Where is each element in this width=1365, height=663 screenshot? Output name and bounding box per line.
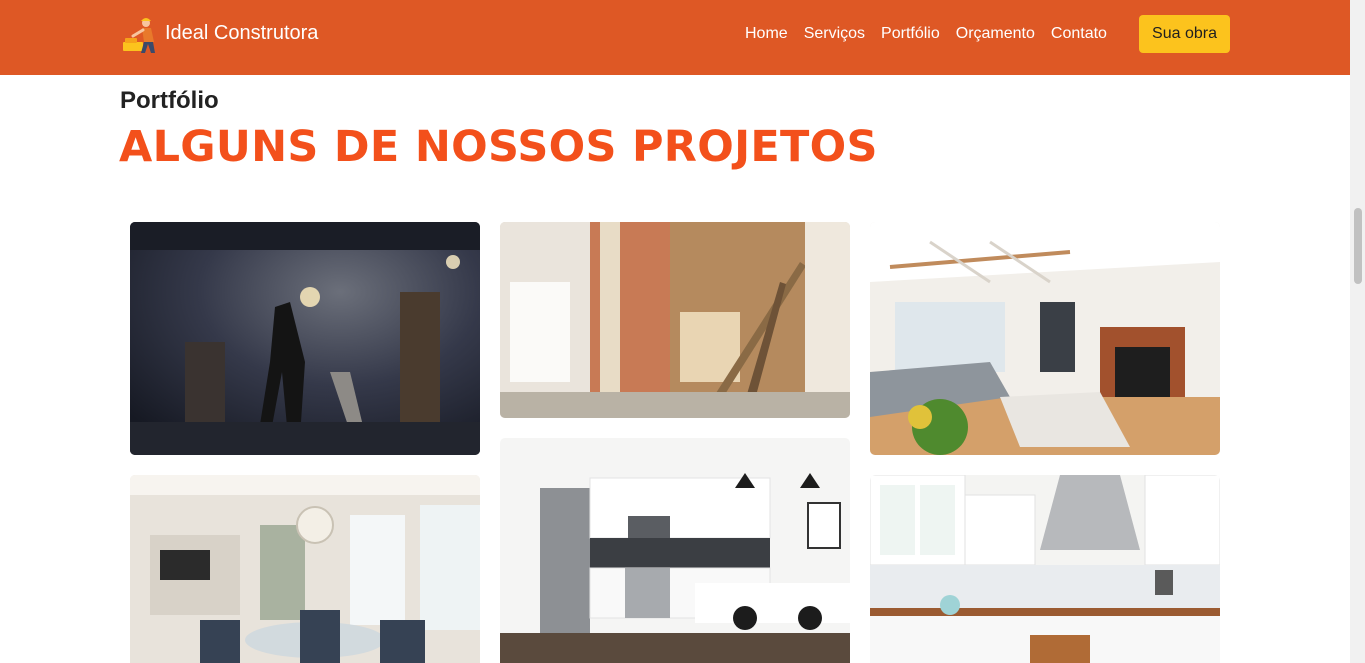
photo-living-room-fireplace[interactable]: [870, 222, 1220, 455]
navbar: Ideal Construtora Home Serviços Portfóli…: [0, 0, 1350, 75]
photo-kitchen-island[interactable]: [870, 475, 1220, 663]
brand-name: Ideal Construtora: [165, 21, 319, 44]
page-scrollbar[interactable]: [1350, 0, 1365, 663]
main-nav: Home Serviços Portfólio Orçamento Contat…: [745, 24, 1123, 44]
section-eyebrow: Portfólio: [120, 87, 219, 114]
photo-white-kitchen[interactable]: [500, 438, 850, 663]
nav-link-portfolio[interactable]: Portfólio: [881, 24, 940, 44]
nav-link-orcamento[interactable]: Orçamento: [956, 24, 1035, 44]
scrollbar-thumb[interactable]: [1354, 208, 1362, 284]
sua-obra-button[interactable]: Sua obra: [1139, 15, 1230, 53]
nav-link-home[interactable]: Home: [745, 24, 788, 44]
photo-worker-night[interactable]: [130, 222, 480, 455]
section-title: ALGUNS DE NOSSOS PROJETOS: [119, 122, 878, 172]
worker-icon: [123, 18, 155, 53]
brand-link[interactable]: Ideal Construtora: [121, 16, 318, 54]
photo-dining-room[interactable]: [130, 475, 480, 663]
nav-link-servicos[interactable]: Serviços: [804, 24, 865, 44]
photo-demolition-wall[interactable]: [500, 222, 850, 418]
nav-link-contato[interactable]: Contato: [1051, 24, 1107, 44]
